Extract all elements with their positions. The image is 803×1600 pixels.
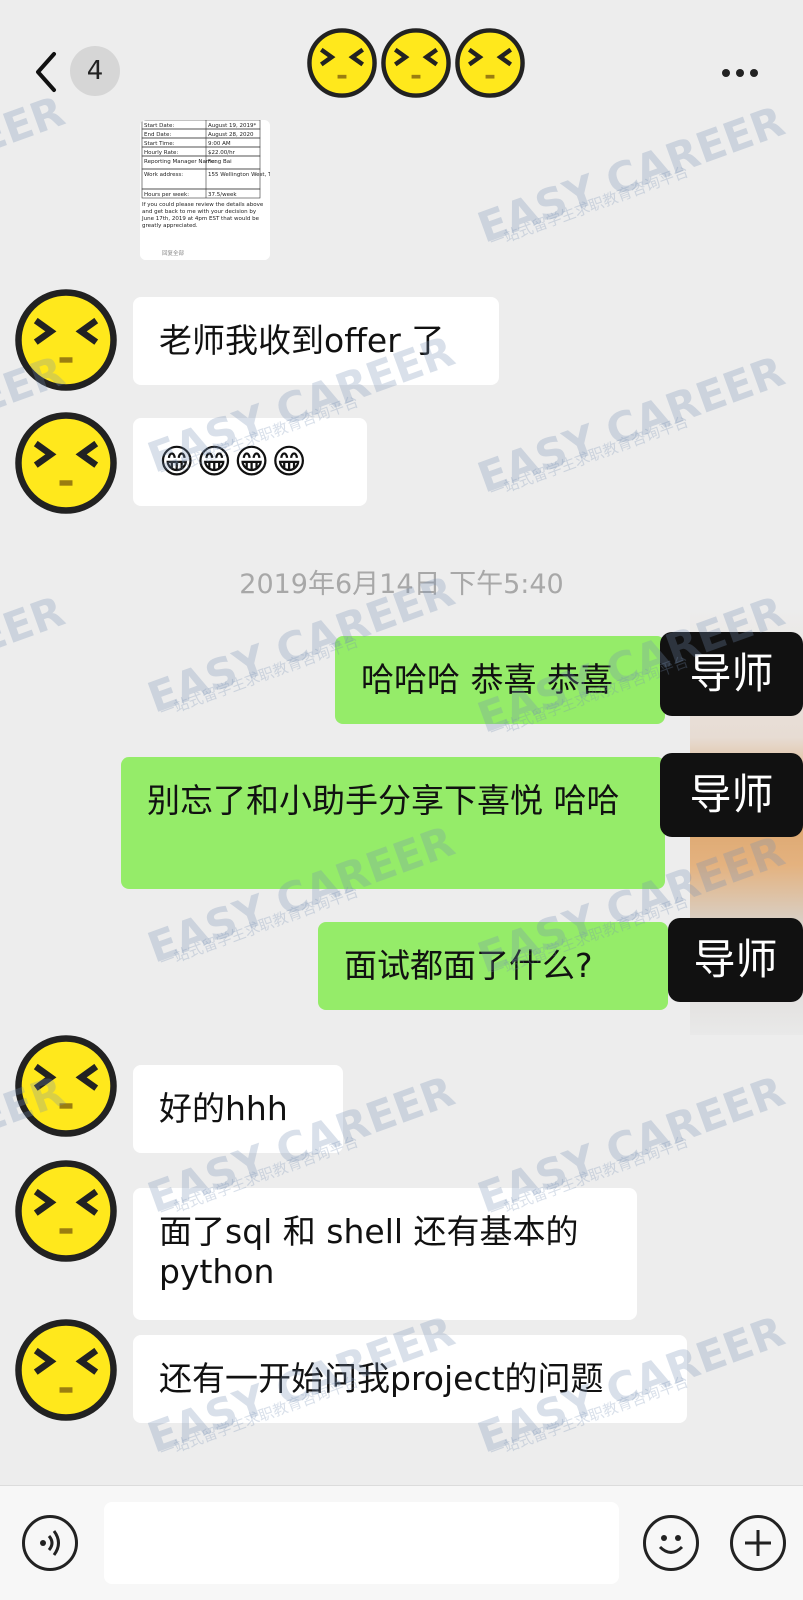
- pixel-face-icon: [15, 289, 117, 391]
- pixel-face-icon: [15, 1319, 117, 1421]
- pixel-face-icon: [381, 28, 451, 98]
- message-bubble-outgoing: 别忘了和小助手分享下喜悦 哈哈: [121, 757, 665, 889]
- offer-table-value: August 28, 2020: [208, 132, 254, 138]
- pixel-face-icon: [15, 1035, 117, 1137]
- pixel-face-icon: [15, 1160, 117, 1262]
- message-list[interactable]: Start Date: August 19, 2019* End Date: Augu…: [0, 120, 803, 1485]
- message-bubble-incoming: 好的hhh: [133, 1065, 343, 1153]
- offer-email-footer: 回复全部: [162, 249, 185, 257]
- message-bubble-outgoing: 面试都面了什么?: [318, 922, 668, 1010]
- offer-email-image[interactable]: Start Date: August 19, 2019* End Date: Augu…: [140, 120, 270, 260]
- unread-count-badge[interactable]: 4: [70, 46, 120, 96]
- offer-table-label: Hourly Rate:: [144, 150, 178, 156]
- offer-table-label: Reporting Manager Name:: [144, 159, 217, 165]
- avatar[interactable]: [12, 1032, 120, 1140]
- message-input[interactable]: [104, 1502, 619, 1584]
- mentor-tag: 导师: [660, 632, 803, 716]
- input-bar: [0, 1485, 803, 1600]
- avatar[interactable]: [12, 286, 120, 394]
- mentor-tag: 导师: [660, 753, 803, 837]
- message-bubble-incoming: 还有一开始问我project的问题: [133, 1335, 687, 1423]
- offer-email-text: If you could please review the details a…: [142, 202, 264, 229]
- avatar[interactable]: [12, 409, 120, 517]
- message-bubble-incoming: 面了sql 和 shell 还有基本的python: [133, 1188, 637, 1320]
- offer-table-value: 9:00 AM: [208, 141, 231, 147]
- pixel-face-icon: [15, 412, 117, 514]
- voice-icon[interactable]: [22, 1515, 78, 1571]
- timestamp: 2019年6月14日 下午5:40: [239, 569, 564, 600]
- message-bubble-outgoing: 哈哈哈 恭喜 恭喜: [335, 636, 665, 724]
- offer-table-label: Hours per week:: [144, 192, 189, 198]
- chat-header: 4: [0, 0, 803, 120]
- back-chevron-icon[interactable]: [30, 48, 66, 96]
- message-bubble-incoming: 😁😁😁😁: [133, 418, 367, 506]
- avatar[interactable]: [12, 1157, 120, 1265]
- group-avatar[interactable]: [305, 24, 529, 102]
- offer-table-value: Feng Bai: [208, 159, 232, 165]
- offer-table-value: 155 Wellington West, Toronto, Ontario, M…: [208, 172, 270, 178]
- plus-icon[interactable]: [730, 1515, 786, 1571]
- message-bubble-incoming: 老师我收到offer 了: [133, 297, 499, 385]
- offer-table-value: $22.00/hr: [208, 150, 236, 156]
- mentor-tag: 导师: [668, 918, 803, 1002]
- pixel-face-icon: [455, 28, 525, 98]
- offer-table-label: Work address:: [144, 172, 183, 178]
- more-dots-icon[interactable]: [722, 62, 764, 81]
- offer-table-value: August 19, 2019*: [208, 123, 256, 129]
- offer-table-label: Start Date:: [144, 123, 174, 129]
- emoji-icon[interactable]: [643, 1515, 699, 1571]
- avatar[interactable]: [12, 1316, 120, 1424]
- offer-table-label: End Date:: [144, 132, 171, 138]
- pixel-face-icon: [307, 28, 377, 98]
- offer-table-value: 37.5/week: [208, 192, 237, 198]
- offer-table-label: Start Time:: [144, 141, 175, 147]
